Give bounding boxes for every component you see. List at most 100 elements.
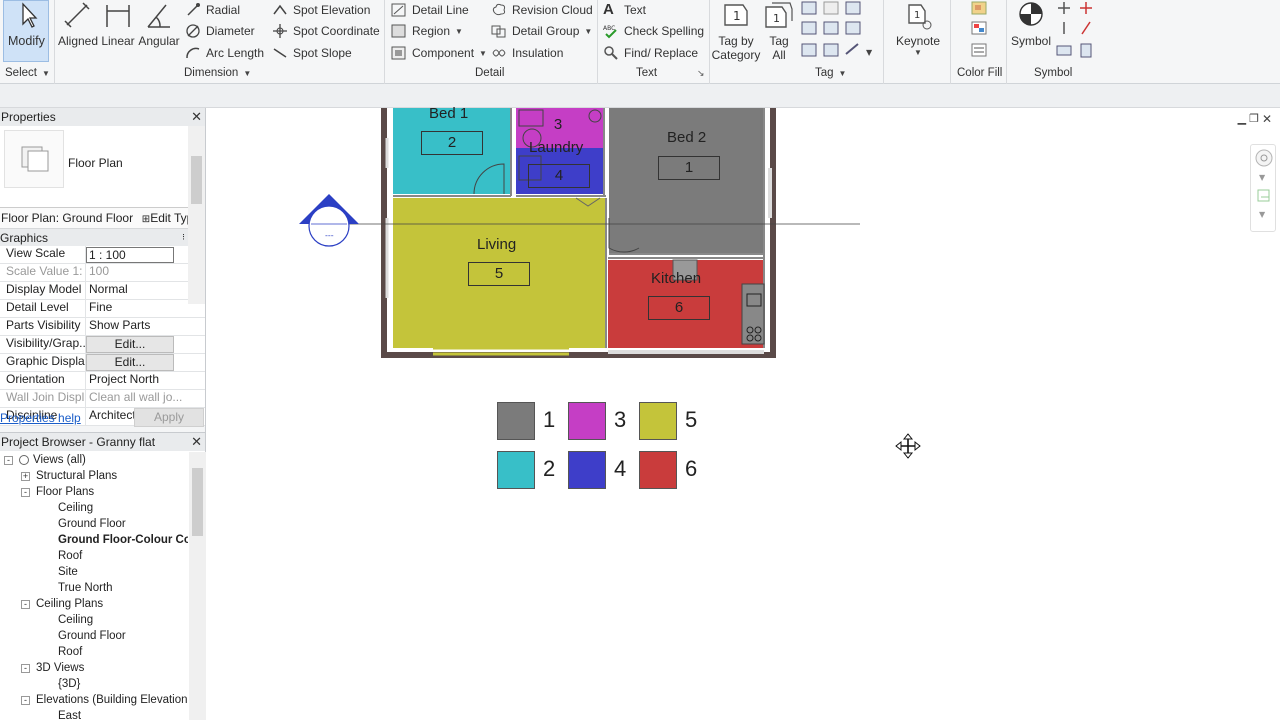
properties-scrollbar[interactable] xyxy=(188,126,205,304)
room-tag-kitchen[interactable]: 6 xyxy=(648,296,710,320)
browser-tree-item[interactable]: + Structural Plans xyxy=(0,468,188,484)
property-value[interactable]: Clean all wall jo... xyxy=(86,390,188,407)
browser-tree-label: Ceiling Plans xyxy=(36,598,104,610)
browser-tree-label: Roof xyxy=(58,646,83,658)
property-value[interactable]: Project North xyxy=(86,372,188,389)
browser-tree-item[interactable]: True North xyxy=(0,580,188,596)
spot-coordinate-button[interactable]: Spot Coordinate xyxy=(272,21,380,41)
close-icon[interactable]: ✕ xyxy=(1262,112,1272,126)
angular-dimension-button[interactable]: Angular xyxy=(138,0,180,62)
browser-tree: - Views (all) + Structural Plans - Floor Plan… xyxy=(0,452,188,720)
property-row[interactable]: Scale Value 1: 100 xyxy=(0,264,205,282)
browser-tree-item[interactable]: Roof xyxy=(0,548,188,564)
room-tag-laundry[interactable]: 4 xyxy=(528,164,590,188)
expand-icon[interactable]: + xyxy=(21,471,30,481)
property-row[interactable]: Display Model Normal xyxy=(0,282,205,300)
property-row[interactable]: Detail Level Fine xyxy=(0,300,205,318)
browser-tree-item[interactable]: East xyxy=(0,708,188,720)
browser-tree-item[interactable]: -3D Views xyxy=(0,660,188,676)
browser-tree-item[interactable]: {3D} xyxy=(0,676,188,692)
browser-tree-label: Site xyxy=(58,566,78,578)
restore-icon[interactable]: ❐ xyxy=(1249,112,1259,126)
browser-tree-item[interactable]: Roof xyxy=(0,644,188,660)
tag-all-button[interactable]: 1 Tag All xyxy=(763,0,795,62)
properties-palette: Properties ✕ Floor Plan ▼ Floor Plan: Gr… xyxy=(0,108,206,432)
instance-selector[interactable]: Floor Plan: Ground Floor▼ xyxy=(0,211,140,225)
property-value[interactable]: 100 xyxy=(86,264,188,281)
close-icon[interactable]: ✕ xyxy=(191,109,202,125)
apply-button[interactable]: Apply xyxy=(134,408,204,427)
browser-tree-item[interactable]: - Views (all) xyxy=(0,452,188,468)
property-row[interactable]: Graphic Displa... Edit... xyxy=(0,354,205,372)
symbol-button[interactable]: Symbol xyxy=(1008,0,1054,62)
text-a-icon: A xyxy=(603,1,614,18)
svg-text:▼: ▼ xyxy=(1259,173,1266,182)
arc-length-button[interactable]: Arc Length xyxy=(185,43,264,63)
aligned-dimension-button[interactable]: Aligned xyxy=(58,0,98,62)
check-spelling-button[interactable]: ABC Check Spelling xyxy=(603,21,704,41)
diameter-button[interactable]: Diameter xyxy=(185,21,255,41)
property-row[interactable]: Orientation Project North xyxy=(0,372,205,390)
property-row[interactable]: Visibility/Grap... Edit... xyxy=(0,336,205,354)
browser-scrollbar[interactable] xyxy=(189,452,206,720)
property-row[interactable]: Parts Visibility Show Parts xyxy=(0,318,205,336)
linear-dimension-button[interactable]: Linear xyxy=(101,0,135,62)
room-name-kitchen: Kitchen xyxy=(651,270,702,287)
browser-tree-item[interactable]: Ceiling xyxy=(0,612,188,628)
graphics-category[interactable]: Graphics ⁝ ▲ xyxy=(0,229,205,246)
room-tag-3[interactable]: 3 xyxy=(539,114,577,138)
revision-cloud-button[interactable]: Revision Cloud xyxy=(491,0,593,20)
collapse-icon[interactable]: - xyxy=(21,487,30,497)
drawing-canvas[interactable]: --- - Bed 1 2 3 Laundry 4 Bed 2 1 Living… xyxy=(207,105,1280,720)
property-value[interactable]: Show Parts xyxy=(86,318,188,335)
region-button[interactable]: Region ▼ xyxy=(391,21,463,41)
collapse-icon[interactable]: - xyxy=(21,695,30,705)
modify-button[interactable]: Modify xyxy=(3,0,49,62)
collapse-icon[interactable]: - xyxy=(21,599,30,609)
type-selector[interactable]: Floor Plan ▼ xyxy=(0,126,205,208)
tag-group-label[interactable]: Tag ▼ xyxy=(815,67,846,79)
legend-label: 1 xyxy=(543,407,556,432)
property-value[interactable]: 1 : 100 xyxy=(86,247,174,263)
room-tag-bed-1[interactable]: 2 xyxy=(421,131,483,155)
find-replace-button[interactable]: Find/ Replace xyxy=(603,43,698,63)
property-value[interactable]: Fine xyxy=(86,300,188,317)
browser-tree-item[interactable]: Ground Floor xyxy=(0,516,188,532)
legend-swatch xyxy=(497,402,535,440)
browser-tree-item[interactable]: Ground Floor xyxy=(0,628,188,644)
dimension-group-label[interactable]: Dimension ▼ xyxy=(184,67,251,79)
browser-tree-item[interactable]: - Floor Plans xyxy=(0,484,188,500)
detail-group-button[interactable]: Detail Group ▼ xyxy=(491,21,592,41)
browser-tree-item[interactable]: - Ceiling Plans xyxy=(0,596,188,612)
properties-help-link[interactable]: Properties help xyxy=(0,411,81,425)
insulation-button[interactable]: Insulation xyxy=(491,43,563,63)
browser-tree-item[interactable]: Ceiling xyxy=(0,500,188,516)
color-fill-tools[interactable] xyxy=(968,0,992,62)
collapse-icon[interactable]: - xyxy=(4,455,13,465)
spot-slope-button[interactable]: Spot Slope xyxy=(272,43,352,63)
property-value[interactable]: Normal xyxy=(86,282,188,299)
tag-by-category-button[interactable]: 1 Tag by Category xyxy=(711,0,761,62)
browser-tree-item[interactable]: - Elevations (Building Elevation xyxy=(0,692,188,708)
minimize-icon[interactable]: ▁ xyxy=(1238,112,1246,126)
text-button[interactable]: A Text xyxy=(603,0,646,20)
room-tag-bed-2[interactable]: 1 xyxy=(658,156,720,180)
elevation-marker-icon[interactable]: --- - xyxy=(297,192,363,248)
browser-tree-item[interactable]: Site xyxy=(0,564,188,580)
keynote-caret-icon[interactable]: ▼ xyxy=(914,48,922,57)
room-tag-living[interactable]: 5 xyxy=(468,262,530,286)
color-fill-group-label: Color Fill xyxy=(957,67,1003,79)
detail-line-button[interactable]: Detail Line xyxy=(391,0,469,20)
browser-tree-item[interactable]: Ground Floor-Colour Co xyxy=(0,532,188,548)
collapse-icon[interactable]: - xyxy=(21,663,30,673)
property-row[interactable]: View Scale 1 : 100 xyxy=(0,246,205,264)
spot-elevation-button[interactable]: Spot Elevation xyxy=(272,0,370,20)
select-group-label[interactable]: Select ▼ xyxy=(5,67,50,79)
radial-button[interactable]: Radial xyxy=(185,0,240,20)
text-dialog-launcher-icon[interactable]: ↘ xyxy=(697,68,705,79)
component-button[interactable]: Component ▼ xyxy=(391,43,487,63)
drag-handle-icon: ⁝ xyxy=(182,232,185,242)
edit-button[interactable]: Edit... xyxy=(86,336,174,353)
close-icon[interactable]: ✕ xyxy=(191,434,202,450)
edit-button[interactable]: Edit... xyxy=(86,354,174,371)
